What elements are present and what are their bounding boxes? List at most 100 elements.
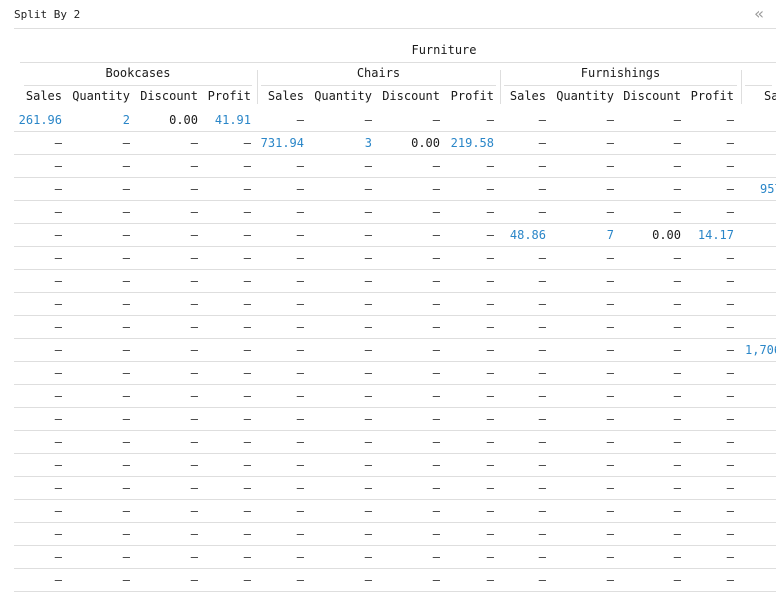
table-cell-empty: – <box>606 274 614 288</box>
measure-header[interactable]: Quantity <box>302 88 372 104</box>
table-cell-empty: – <box>122 136 130 150</box>
measure-header[interactable]: Sales <box>476 88 546 104</box>
table-cell-empty: – <box>538 481 546 495</box>
table-cell-empty: – <box>296 320 304 334</box>
table-cell-empty: – <box>296 343 304 357</box>
table-cell-empty: – <box>538 504 546 518</box>
row-divider <box>14 430 776 431</box>
table-cell-empty: – <box>364 435 372 449</box>
table-cell-empty: – <box>538 527 546 541</box>
table-cell-empty: – <box>606 481 614 495</box>
table-cell-empty: – <box>726 389 734 403</box>
table-cell-empty: – <box>296 182 304 196</box>
table-cell-empty: – <box>122 343 130 357</box>
table-cell-empty: – <box>538 251 546 265</box>
row-divider <box>14 545 776 546</box>
table-cell-empty: – <box>726 251 734 265</box>
table-cell-partial[interactable]: 1,706 <box>745 342 776 358</box>
table-cell-empty: – <box>538 435 546 449</box>
table-cell-empty: – <box>296 228 304 242</box>
table-cell-empty: – <box>726 550 734 564</box>
table-cell-empty: – <box>538 389 546 403</box>
table-cell-empty: – <box>538 412 546 426</box>
measure-header[interactable]: Sales <box>234 88 304 104</box>
table-cell-empty: – <box>296 366 304 380</box>
table-cell-empty: – <box>606 412 614 426</box>
table-cell-empty: – <box>54 297 62 311</box>
table-cell-empty: – <box>538 343 546 357</box>
table-cell-empty: – <box>726 366 734 380</box>
table-cell-empty: – <box>726 136 734 150</box>
table-cell[interactable]: 48.86 <box>476 227 546 243</box>
table-cell-empty: – <box>364 320 372 334</box>
table-cell-empty: – <box>538 458 546 472</box>
measure-header[interactable]: Quantity <box>60 88 130 104</box>
table-cell-empty: – <box>606 136 614 150</box>
table-cell-empty: – <box>606 113 614 127</box>
table-cell-empty: – <box>296 458 304 472</box>
table-cell-empty: – <box>54 228 62 242</box>
measure-header-partial[interactable]: Sa <box>764 88 776 104</box>
table-cell-empty: – <box>606 159 614 173</box>
table-cell-empty: – <box>54 389 62 403</box>
row-divider <box>14 476 776 477</box>
table-cell-empty: – <box>296 481 304 495</box>
table-cell-empty: – <box>726 297 734 311</box>
table-cell-empty: – <box>54 366 62 380</box>
table-cell[interactable]: 261.96 <box>0 112 62 128</box>
row-divider <box>14 591 776 592</box>
table-cell-empty: – <box>54 159 62 173</box>
table-cell-empty: – <box>726 458 734 472</box>
row-divider <box>14 384 776 385</box>
row-divider <box>14 315 776 316</box>
row-divider <box>14 246 776 247</box>
table-cell[interactable]: 3 <box>302 135 372 151</box>
table-cell-empty: – <box>122 182 130 196</box>
table-cell-empty: – <box>296 412 304 426</box>
table-cell-empty: – <box>364 481 372 495</box>
row-divider <box>14 177 776 178</box>
table-cell-empty: – <box>364 205 372 219</box>
table-cell-empty: – <box>54 527 62 541</box>
table-cell-empty: – <box>538 136 546 150</box>
table-cell-empty: – <box>296 159 304 173</box>
table-cell-empty: – <box>122 412 130 426</box>
row-divider <box>14 453 776 454</box>
table-cell-empty: – <box>54 573 62 587</box>
table-cell-empty: – <box>538 366 546 380</box>
table-cell[interactable]: 14.17 <box>664 227 734 243</box>
measure-header[interactable]: Quantity <box>544 88 614 104</box>
table-cell-empty: – <box>296 113 304 127</box>
table-cell-empty: – <box>606 366 614 380</box>
table-cell-empty: – <box>364 251 372 265</box>
table-cell-empty: – <box>54 550 62 564</box>
subcategory-divider <box>261 85 496 86</box>
table-cell[interactable]: 2 <box>60 112 130 128</box>
table-cell-empty: – <box>122 458 130 472</box>
table-cell-empty: – <box>54 136 62 150</box>
table-cell-empty: – <box>726 343 734 357</box>
table-cell-partial[interactable]: 957 <box>760 181 776 197</box>
measure-header[interactable]: Sales <box>0 88 62 104</box>
table-cell-empty: – <box>54 343 62 357</box>
subcategory-header: Bookcases <box>105 66 171 80</box>
table-cell-empty: – <box>54 412 62 426</box>
row-divider <box>14 407 776 408</box>
table-cell-empty: – <box>364 366 372 380</box>
table-cell[interactable]: 7 <box>544 227 614 243</box>
table-cell-empty: – <box>538 573 546 587</box>
table-cell[interactable]: 731.94 <box>234 135 304 151</box>
table-cell-empty: – <box>364 504 372 518</box>
measure-header[interactable]: Profit <box>664 88 734 104</box>
table-cell-empty: – <box>726 435 734 449</box>
table-cell-empty: – <box>726 527 734 541</box>
table-cell-empty: – <box>726 205 734 219</box>
table-cell-empty: – <box>726 481 734 495</box>
table-cell-empty: – <box>122 527 130 541</box>
table-cell-empty: – <box>54 435 62 449</box>
table-cell-empty: – <box>296 573 304 587</box>
table-cell-empty: – <box>54 320 62 334</box>
row-divider <box>14 154 776 155</box>
table-cell-empty: – <box>296 527 304 541</box>
row-divider <box>14 499 776 500</box>
